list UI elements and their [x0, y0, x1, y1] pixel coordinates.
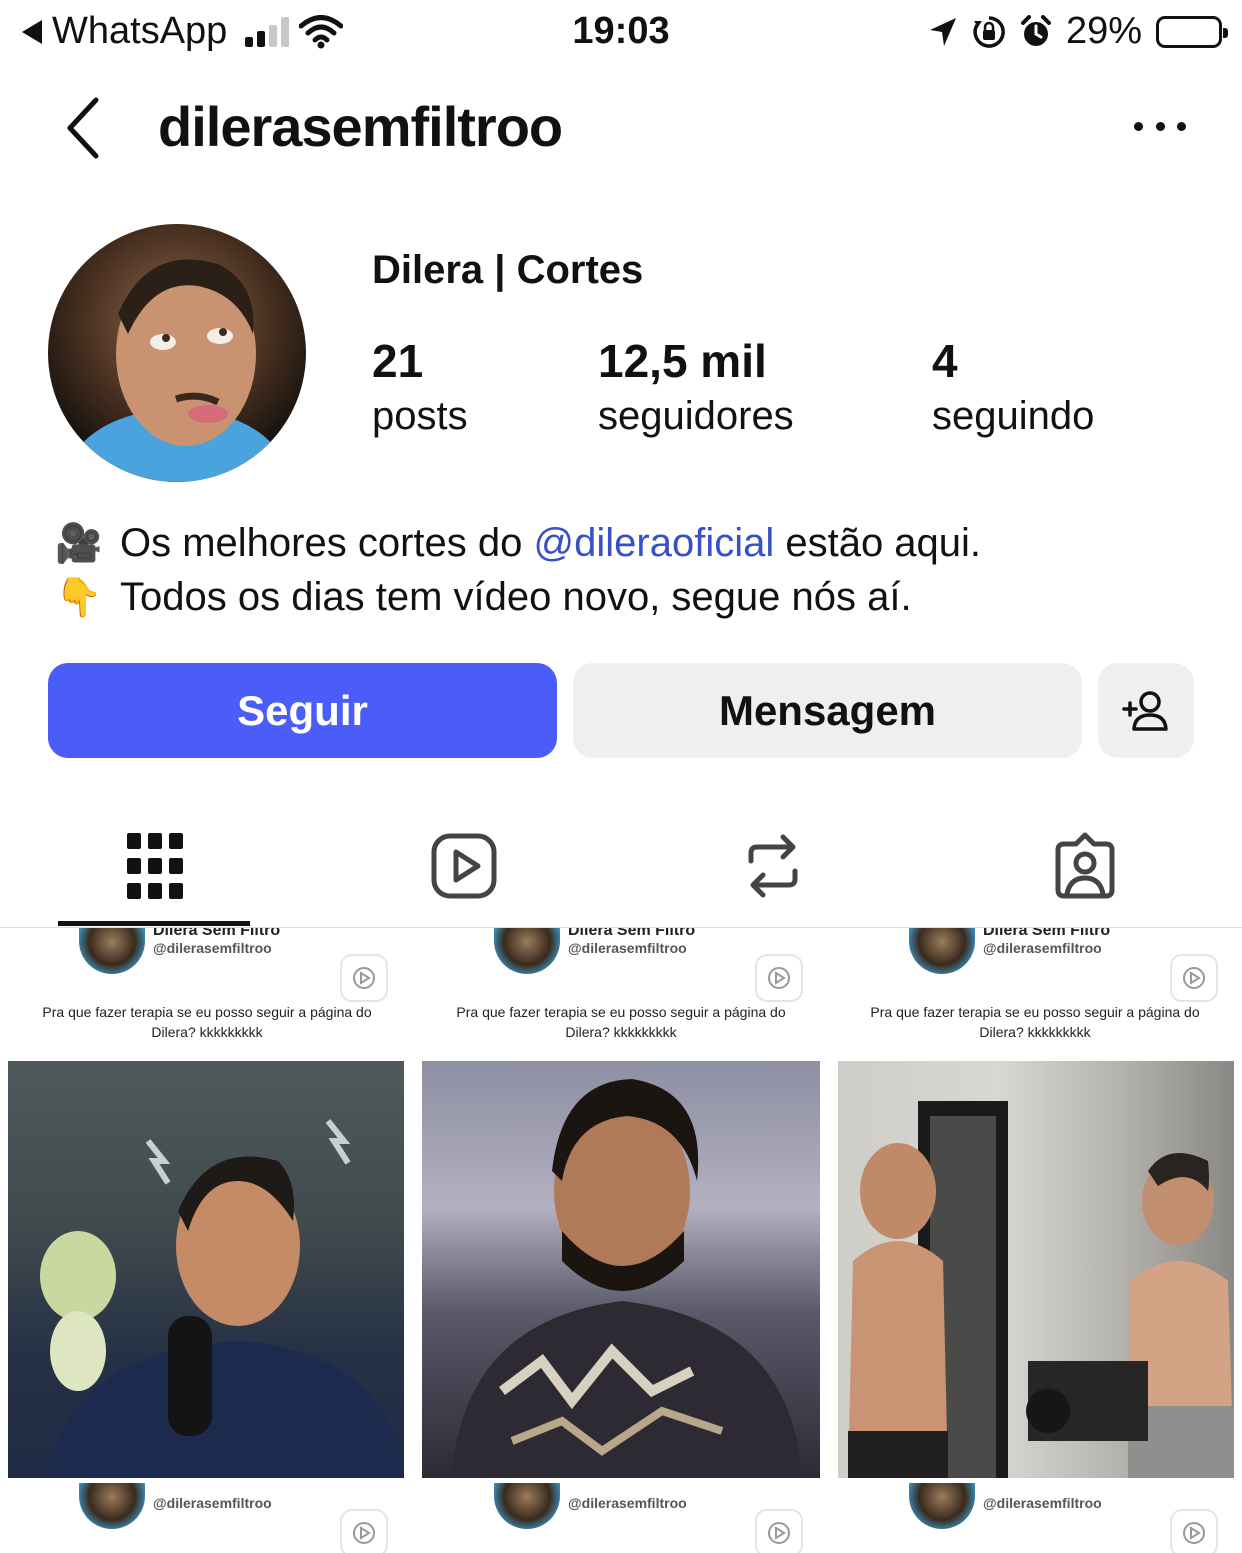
post-author-handle: @dilerasemfiltroo	[153, 1495, 272, 1511]
post-caption: Pra que fazer terapia se eu posso seguir…	[42, 1004, 372, 1040]
next-post-preview: @dilerasemfiltroo	[0, 1483, 414, 1553]
post-author-handle: @dilerasemfiltroo	[568, 1495, 687, 1511]
post-tile[interactable]: Dilera Sem Filtro @dilerasemfiltroo Pra …	[828, 928, 1242, 1553]
tab-tagged[interactable]	[1045, 826, 1125, 906]
video-play-icon	[755, 954, 803, 1002]
post-tile[interactable]: Dilera Sem Filtro @dilerasemfiltroo Pra …	[414, 928, 828, 1553]
post-author-handle: @dilerasemfiltroo	[983, 940, 1102, 956]
active-tab-indicator	[58, 921, 250, 926]
avatar-image	[67, 259, 287, 482]
bio-text-1: Os melhores cortes do	[120, 521, 523, 565]
profile-tabs	[0, 800, 1242, 928]
post-author-handle: @dilerasemfiltroo	[568, 940, 687, 956]
tab-reels[interactable]	[424, 826, 504, 906]
battery-percent: 29%	[1065, 10, 1142, 52]
stat-posts[interactable]: 21 posts	[372, 334, 468, 439]
stat-followers[interactable]: 12,5 mil seguidores	[598, 334, 794, 439]
profile-bio: 🎥 Os melhores cortes do @dileraoficial e…	[48, 516, 1198, 624]
profile-display-name: Dilera | Cortes	[372, 248, 644, 292]
post-caption: Pra que fazer terapia se eu posso seguir…	[456, 1004, 786, 1040]
next-post-preview: @dilerasemfiltroo	[414, 1483, 828, 1553]
add-person-icon	[1122, 690, 1168, 731]
video-play-icon	[340, 954, 388, 1002]
post-author-avatar	[79, 928, 145, 974]
bio-text-3: Todos os dias tem vídeo novo, segue nós …	[120, 575, 912, 619]
post-author-handle: @dilerasemfiltroo	[983, 1495, 1102, 1511]
post-tile[interactable]: Dilera Sem Filtro @dilerasemfiltroo Pra …	[0, 928, 414, 1553]
location-arrow-icon	[929, 17, 956, 46]
bio-mention-link[interactable]: @dileraoficial	[534, 516, 775, 570]
profile-header: dilerasemfiltroo	[0, 80, 1242, 176]
stat-following[interactable]: 4 seguindo	[932, 334, 1094, 439]
stat-following-value: 4	[932, 335, 958, 387]
post-author-name: Dilera Sem Filtro	[568, 928, 696, 939]
post-author-name: Dilera Sem Filtro	[983, 928, 1111, 939]
suggested-accounts-button[interactable]	[1098, 663, 1194, 758]
stat-posts-value: 21	[372, 335, 424, 387]
stat-followers-label: seguidores	[598, 394, 794, 438]
pointing-down-emoji: 👇	[55, 575, 103, 619]
post-author-name: Dilera Sem Filtro	[153, 928, 281, 939]
grid-icon	[127, 833, 183, 899]
reels-icon	[431, 833, 497, 899]
post-author-avatar	[909, 1483, 975, 1529]
stat-posts-label: posts	[372, 394, 468, 438]
post-author-avatar	[909, 928, 975, 974]
reposts-icon	[748, 834, 798, 898]
profile-username: dilerasemfiltroo	[158, 95, 563, 158]
message-button[interactable]: Mensagem	[573, 663, 1082, 758]
follow-button[interactable]: Seguir	[48, 663, 557, 758]
tab-reposts[interactable]	[733, 826, 813, 906]
video-play-icon	[755, 1509, 803, 1553]
post-author-avatar	[494, 928, 560, 974]
alarm-icon	[1020, 14, 1051, 46]
video-play-icon	[340, 1509, 388, 1553]
stat-followers-value: 12,5 mil	[598, 335, 767, 387]
movie-camera-emoji: 🎥	[55, 521, 103, 565]
tab-grid[interactable]	[115, 826, 195, 906]
profile-avatar[interactable]	[48, 224, 306, 482]
back-chevron-icon[interactable]	[56, 94, 116, 162]
post-thumbnail	[838, 1061, 1234, 1478]
post-caption: Pra que fazer terapia se eu posso seguir…	[870, 1004, 1200, 1040]
next-post-preview: @dilerasemfiltroo	[828, 1483, 1242, 1553]
posts-grid: Dilera Sem Filtro @dilerasemfiltroo Pra …	[0, 928, 1242, 1553]
battery-icon	[1156, 15, 1228, 48]
orientation-lock-icon	[973, 15, 1005, 48]
post-author-avatar	[79, 1483, 145, 1529]
video-play-icon	[1170, 954, 1218, 1002]
post-thumbnail	[8, 1061, 404, 1478]
stat-following-label: seguindo	[932, 394, 1095, 438]
more-options-icon[interactable]	[1134, 114, 1186, 138]
bio-text-2: estão aqui.	[785, 521, 982, 565]
tagged-icon	[1055, 832, 1115, 899]
post-author-avatar	[494, 1483, 560, 1529]
post-author-handle: @dilerasemfiltroo	[153, 940, 272, 956]
status-bar: WhatsApp 19:03 29%	[0, 0, 1242, 64]
post-thumbnail	[422, 1061, 820, 1478]
video-play-icon	[1170, 1509, 1218, 1553]
